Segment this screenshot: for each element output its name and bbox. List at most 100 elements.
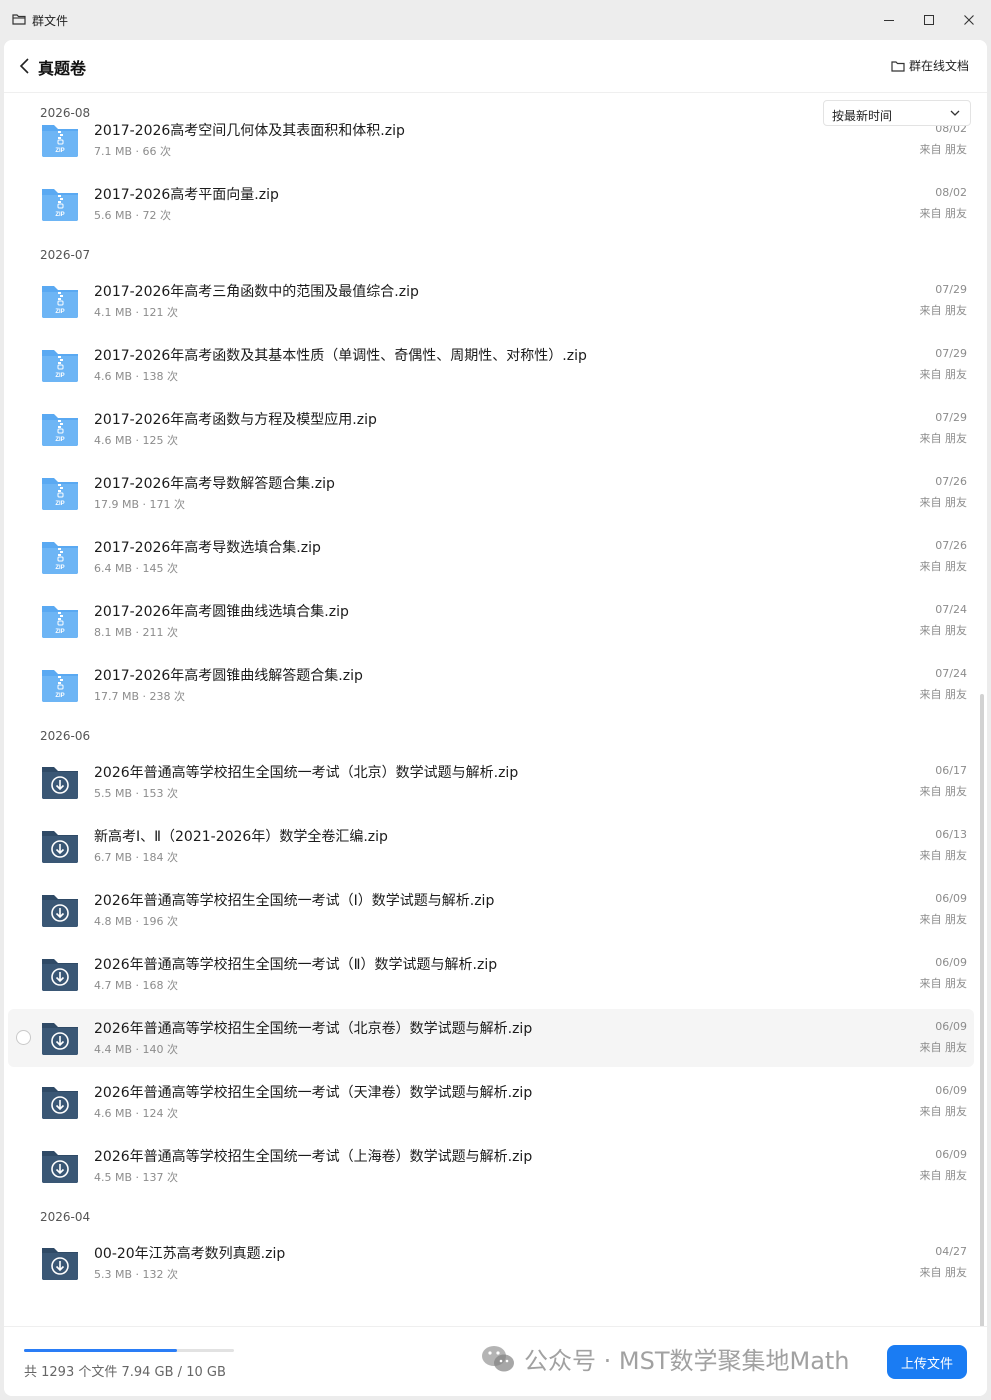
file-meta: 4.6 MB · 125 次 xyxy=(94,434,179,447)
file-meta: 4.7 MB · 168 次 xyxy=(94,979,179,992)
maximize-icon xyxy=(924,15,934,25)
file-row[interactable]: ZIP 2017-2026年高考三角函数中的范围及最值综合.zip 4.1 MB ·… xyxy=(8,272,974,330)
folder-icon xyxy=(12,14,26,25)
file-meta: 4.5 MB · 137 次 xyxy=(94,1171,179,1184)
file-name[interactable]: 2017-2026年高考导数解答题合集.zip xyxy=(94,473,335,493)
file-source: 来自 朋友 xyxy=(919,913,968,926)
file-name[interactable]: 2017-2026年高考函数及其基本性质（单调性、奇偶性、周期性、对称性）.zi… xyxy=(94,345,587,365)
select-checkbox[interactable] xyxy=(16,1030,31,1045)
file-source: 来自 朋友 xyxy=(919,304,968,317)
file-name[interactable]: 2017-2026年高考函数与方程及模型应用.zip xyxy=(94,409,377,429)
group-date-label: 2026-06 xyxy=(40,729,91,743)
file-date: 07/29 xyxy=(935,283,967,296)
file-name[interactable]: 2026年普通高等学校招生全国统一考试（北京）数学试题与解析.zip xyxy=(94,762,518,782)
chevron-left-icon[interactable] xyxy=(18,57,32,75)
online-docs-label: 群在线文档 xyxy=(908,59,969,73)
file-row[interactable]: ZIP 2017-2026年高考导数选填合集.zip 6.4 MB · 145 次 0… xyxy=(8,528,974,586)
file-list: 2026-08 ZIP 2017-2026高考空间几何体及其表面积和体积.zip 7.… xyxy=(4,94,987,1326)
svg-text:ZIP: ZIP xyxy=(55,437,64,443)
file-name[interactable]: 2026年普通高等学校招生全国统一考试（北京卷）数学试题与解析.zip xyxy=(94,1018,532,1038)
file-date: 06/09 xyxy=(935,892,967,905)
footer-bar: 共 1293 个文件 7.94 GB / 10 GB 公众号 · MST数学聚集… xyxy=(4,1326,987,1396)
storage-progress-fill xyxy=(24,1349,178,1352)
file-name[interactable]: 新高考Ⅰ、Ⅱ（2021-2026年）数学全卷汇编.zip xyxy=(94,826,388,846)
file-name[interactable]: 2026年普通高等学校招生全国统一考试（天津卷）数学试题与解析.zip xyxy=(94,1082,532,1102)
file-date: 07/26 xyxy=(935,539,967,552)
file-name[interactable]: 2026年普通高等学校招生全国统一考试（Ⅰ）数学试题与解析.zip xyxy=(94,890,494,910)
watermark-text: 公众号 · MST数学聚集地Math xyxy=(524,1347,850,1375)
file-row[interactable]: 2026年普通高等学校招生全国统一考试（上海卷）数学试题与解析.zip 4.5 M… xyxy=(8,1137,974,1195)
file-source: 来自 朋友 xyxy=(919,207,968,220)
zip-folder-icon: ZIP xyxy=(42,606,78,638)
page-title: 真题卷 xyxy=(38,59,87,78)
close-button[interactable] xyxy=(957,9,981,31)
file-source: 来自 朋友 xyxy=(919,977,968,990)
zip-folder-icon: ZIP xyxy=(42,286,78,318)
online-docs-button[interactable]: 群在线文档 xyxy=(891,57,969,74)
chevron-down-icon xyxy=(950,110,960,116)
file-row[interactable]: 新高考Ⅰ、Ⅱ（2021-2026年）数学全卷汇编.zip 6.7 MB · 184… xyxy=(8,817,974,875)
file-source: 来自 朋友 xyxy=(919,688,968,701)
minimize-icon xyxy=(884,20,894,21)
file-row[interactable]: 2026年普通高等学校招生全国统一考试（北京卷）数学试题与解析.zip 4.4 M… xyxy=(8,1009,974,1067)
download-file-icon xyxy=(42,1248,78,1280)
scrollbar[interactable] xyxy=(980,694,984,1326)
file-source: 来自 朋友 xyxy=(919,560,968,573)
file-name[interactable]: 2017-2026年高考圆锥曲线选填合集.zip xyxy=(94,601,349,621)
zip-folder-icon: ZIP xyxy=(42,670,78,702)
file-row[interactable]: ZIP 2017-2026高考平面向量.zip 5.6 MB · 72 次 08/02… xyxy=(8,175,974,233)
file-name[interactable]: 2017-2026高考空间几何体及其表面积和体积.zip xyxy=(94,120,405,140)
file-meta: 5.3 MB · 132 次 xyxy=(94,1268,179,1281)
file-row[interactable]: 2026年普通高等学校招生全国统一考试（北京）数学试题与解析.zip 5.5 MB… xyxy=(8,753,974,811)
file-row[interactable]: 2026年普通高等学校招生全国统一考试（Ⅱ）数学试题与解析.zip 4.7 MB … xyxy=(8,945,974,1003)
zip-folder-icon: ZIP xyxy=(42,125,78,157)
file-meta: 4.6 MB · 124 次 xyxy=(94,1107,179,1120)
storage-text: 共 1293 个文件 7.94 GB / 10 GB xyxy=(24,1365,226,1380)
file-source: 来自 朋友 xyxy=(919,785,968,798)
file-row[interactable]: ZIP 2017-2026年高考函数及其基本性质（单调性、奇偶性、周期性、对称性）… xyxy=(8,336,974,394)
file-name[interactable]: 2017-2026高考平面向量.zip xyxy=(94,184,279,204)
zip-folder-icon: ZIP xyxy=(42,350,78,382)
svg-text:ZIP: ZIP xyxy=(55,565,64,571)
file-source: 来自 朋友 xyxy=(919,496,968,509)
file-row[interactable]: ZIP 2017-2026年高考圆锥曲线选填合集.zip 8.1 MB · 211 … xyxy=(8,592,974,650)
svg-text:ZIP: ZIP xyxy=(55,629,64,635)
zip-folder-icon: ZIP xyxy=(42,189,78,221)
file-source: 来自 朋友 xyxy=(919,624,968,637)
file-name[interactable]: 2017-2026年高考圆锥曲线解答题合集.zip xyxy=(94,665,363,685)
zip-folder-icon: ZIP xyxy=(42,478,78,510)
file-name[interactable]: 2017-2026年高考导数选填合集.zip xyxy=(94,537,321,557)
file-source: 来自 朋友 xyxy=(919,1169,968,1182)
file-name[interactable]: 2026年普通高等学校招生全国统一考试（上海卷）数学试题与解析.zip xyxy=(94,1146,532,1166)
minimize-button[interactable] xyxy=(877,9,901,31)
file-meta: 8.1 MB · 211 次 xyxy=(94,626,179,639)
file-meta: 4.4 MB · 140 次 xyxy=(94,1043,179,1056)
file-date: 04/27 xyxy=(935,1245,967,1258)
file-source: 来自 朋友 xyxy=(919,368,968,381)
upload-button[interactable]: 上传文件 xyxy=(887,1345,967,1379)
file-meta: 6.4 MB · 145 次 xyxy=(94,562,179,575)
maximize-button[interactable] xyxy=(917,9,941,31)
file-row[interactable]: ZIP 2017-2026年高考圆锥曲线解答题合集.zip 17.7 MB · 23… xyxy=(8,656,974,714)
file-meta: 4.1 MB · 121 次 xyxy=(94,306,179,319)
file-row[interactable]: ZIP 2017-2026年高考函数与方程及模型应用.zip 4.6 MB · 12… xyxy=(8,400,974,458)
file-row[interactable]: 00-20年江苏高考数列真题.zip 5.3 MB · 132 次 04/27 来自 … xyxy=(8,1234,974,1292)
group-date-label: 2026-07 xyxy=(40,248,91,262)
file-meta: 4.6 MB · 138 次 xyxy=(94,370,179,383)
sort-dropdown[interactable]: 按最新时间 xyxy=(823,100,971,126)
file-date: 06/09 xyxy=(935,1020,967,1033)
file-date: 07/29 xyxy=(935,411,967,424)
file-name[interactable]: 2026年普通高等学校招生全国统一考试（Ⅱ）数学试题与解析.zip xyxy=(94,954,497,974)
file-name[interactable]: 2017-2026年高考三角函数中的范围及最值综合.zip xyxy=(94,281,419,301)
close-icon xyxy=(964,15,974,25)
svg-text:ZIP: ZIP xyxy=(55,309,64,315)
file-source: 来自 朋友 xyxy=(919,143,968,156)
file-row[interactable]: ZIP 2017-2026年高考导数解答题合集.zip 17.9 MB · 171 … xyxy=(8,464,974,522)
file-date: 06/17 xyxy=(935,764,967,777)
file-name[interactable]: 00-20年江苏高考数列真题.zip xyxy=(94,1243,285,1263)
file-date: 07/24 xyxy=(935,603,967,616)
file-row[interactable]: 2026年普通高等学校招生全国统一考试（天津卷）数学试题与解析.zip 4.6 M… xyxy=(8,1073,974,1131)
file-date: 07/29 xyxy=(935,347,967,360)
file-row[interactable]: 2026年普通高等学校招生全国统一考试（Ⅰ）数学试题与解析.zip 4.8 MB … xyxy=(8,881,974,939)
file-source: 来自 朋友 xyxy=(919,432,968,445)
